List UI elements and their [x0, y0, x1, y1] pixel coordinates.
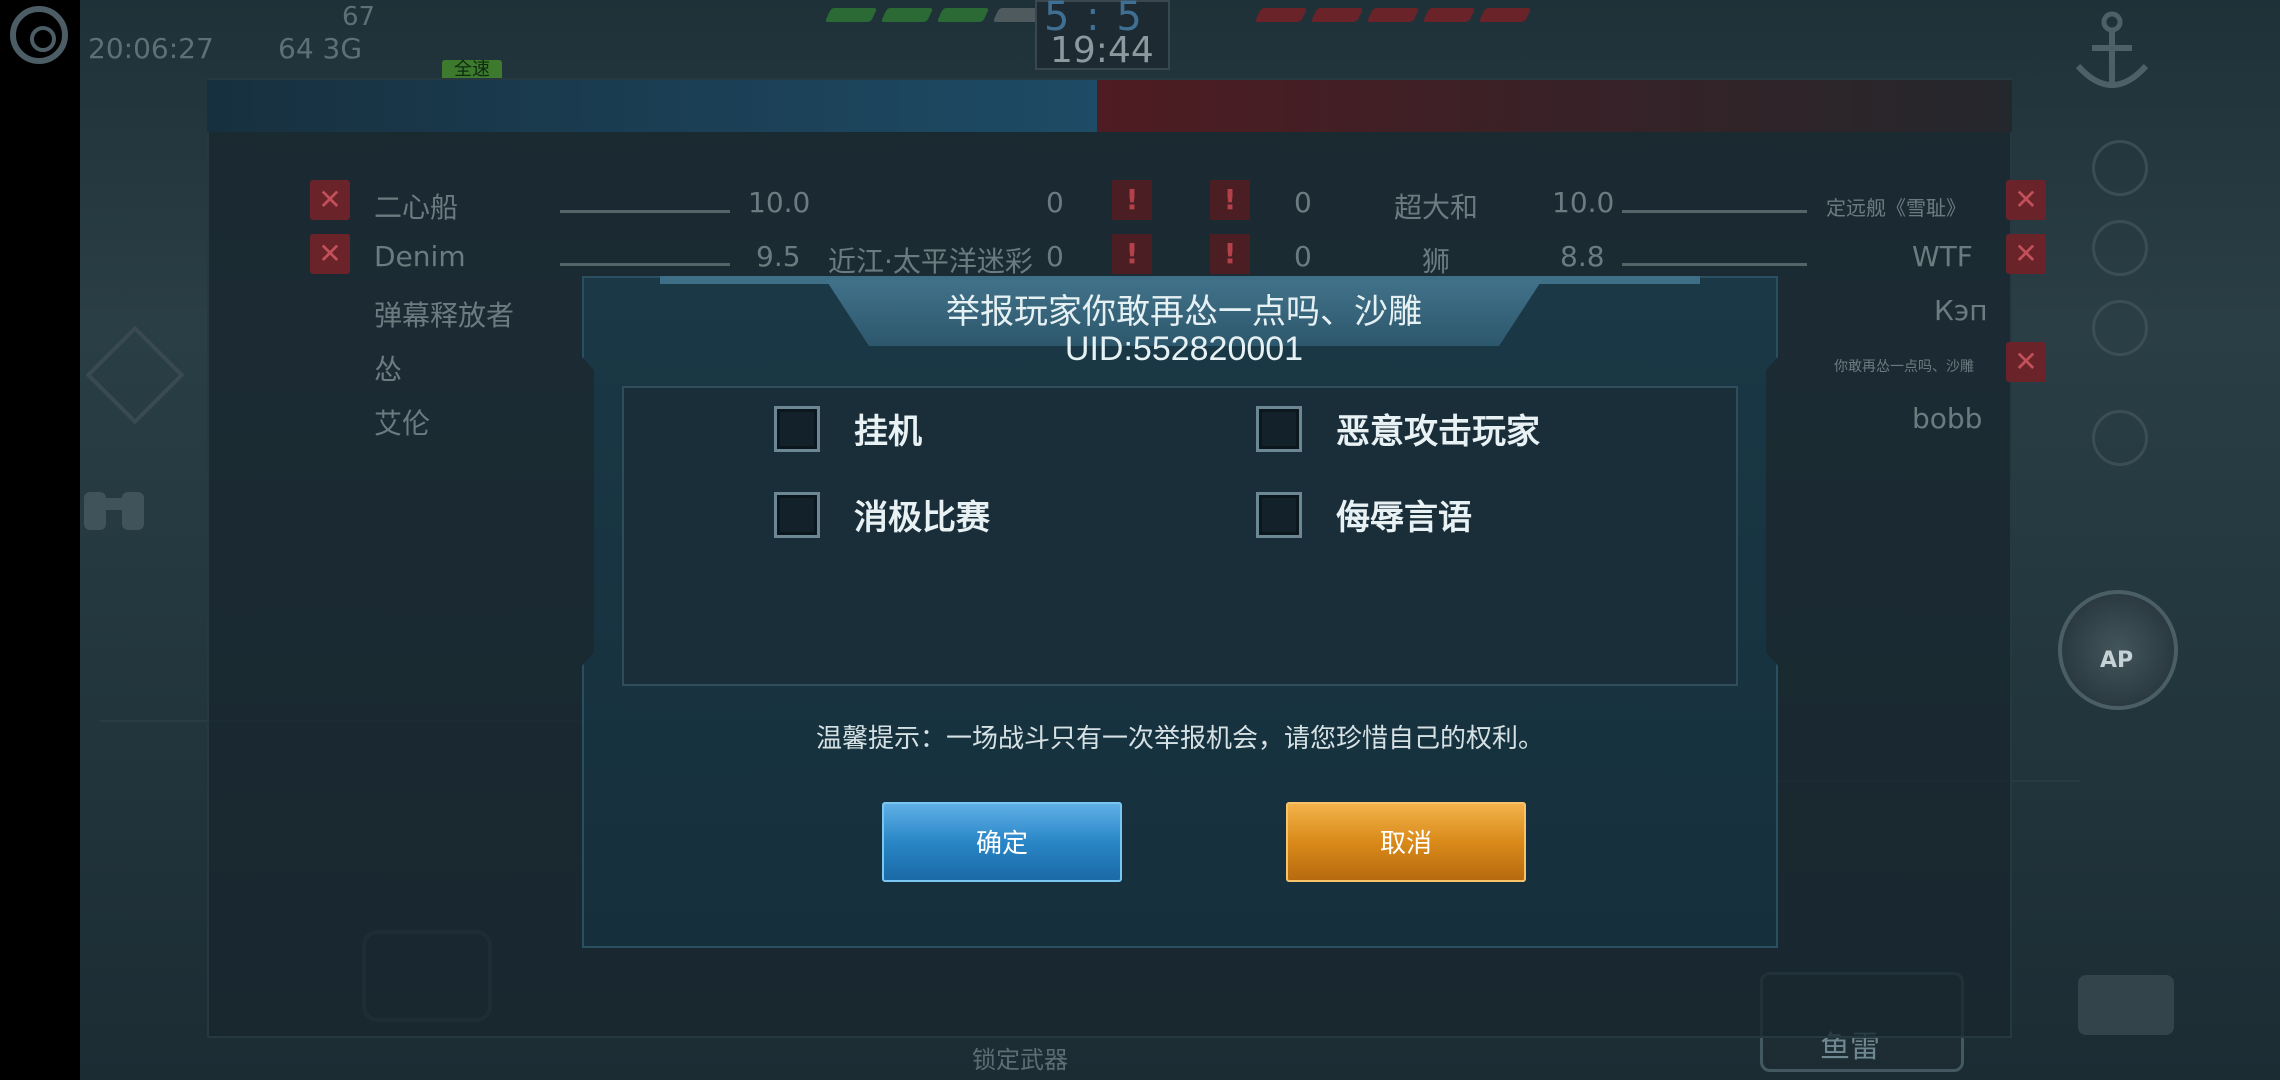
player-name: 弹幕释放者: [374, 299, 515, 332]
settings-gear-icon[interactable]: [10, 6, 68, 64]
report-mark: ✕: [310, 234, 350, 274]
left-letterbox: [0, 0, 80, 1080]
binoculars-icon[interactable]: [80, 478, 148, 534]
cancel-button[interactable]: 取消: [1286, 802, 1526, 882]
reported-uid: UID:552820001: [1064, 330, 1304, 368]
enemy-ship-indicator: [1254, 8, 1308, 22]
player-name: Кэп: [1934, 294, 1988, 327]
team-ship-indicator: [880, 8, 934, 22]
player-name: WTF: [1912, 240, 1973, 273]
reason-malicious-attack[interactable]: 恶意攻击玩家: [1256, 404, 1540, 453]
confirm-button[interactable]: 确定: [882, 802, 1122, 882]
chat-icon[interactable]: [2078, 975, 2174, 1035]
fps-readout: 67: [342, 2, 376, 32]
report-mark: ✕: [310, 180, 350, 220]
team-ship-indicator: [824, 8, 878, 22]
report-button[interactable]: !: [1210, 234, 1250, 274]
player-name: 定远舰《雪耻》: [1826, 196, 1966, 220]
player-tier: 10.0: [748, 186, 811, 219]
report-button[interactable]: !: [1112, 234, 1152, 274]
enemy-ship-indicator: [1366, 8, 1420, 22]
team-ship-indicator: [936, 8, 990, 22]
ship-silhouette: [1622, 205, 1807, 213]
reason-label: 侮辱言语: [1336, 498, 1472, 538]
aircraft-icon[interactable]: [2092, 300, 2148, 356]
ap-label: AP: [2100, 648, 2134, 673]
report-button[interactable]: !: [1210, 180, 1250, 220]
player-name: 你敢再怂一点吗、沙雕: [1834, 359, 1974, 375]
ally-team-header: [207, 80, 1097, 132]
checkbox[interactable]: [774, 491, 820, 538]
checkbox[interactable]: [1256, 405, 1302, 452]
player-name: 二心船: [374, 191, 459, 224]
skill-icon[interactable]: [2092, 220, 2148, 276]
enemy-ship-indicator: [1422, 8, 1476, 22]
turret-icon[interactable]: [2092, 410, 2148, 466]
player-name: 艾伦: [374, 407, 431, 440]
reason-afk[interactable]: 挂机: [774, 404, 922, 453]
report-button[interactable]: !: [1112, 180, 1152, 220]
reason-insulting-language[interactable]: 侮辱言语: [1256, 490, 1472, 539]
match-timer: 19:44: [1050, 30, 1154, 71]
enemy-team-header: [1097, 80, 2012, 132]
player-name: Denim: [374, 240, 466, 273]
checkbox[interactable]: [1256, 491, 1302, 538]
player-name: 怂: [374, 353, 403, 386]
ship-silhouette: [560, 258, 730, 266]
player-score: 0: [1046, 186, 1064, 219]
dialog-title: 举报玩家你敢再怂一点吗、沙雕: [946, 292, 1422, 332]
report-tip: 温馨提示：一场战斗只有一次举报机会，请您珍惜自己的权利。: [815, 724, 1544, 754]
lock-weapon-label[interactable]: 锁定武器: [972, 1040, 1068, 1075]
report-mark: ✕: [2006, 234, 2046, 274]
network-status: 64 3G: [278, 32, 363, 65]
ship-silhouette: [1622, 258, 1807, 266]
clock: 20:06:27: [88, 32, 214, 65]
repair-icon[interactable]: [2092, 140, 2148, 196]
reason-label: 恶意攻击玩家: [1336, 412, 1540, 452]
player-tier: 10.0: [1552, 186, 1615, 219]
checkbox[interactable]: [774, 405, 820, 452]
ship-silhouette: [560, 205, 730, 213]
player-name: bobb: [1912, 402, 1983, 435]
reason-passive-play[interactable]: 消极比赛: [774, 490, 990, 539]
player-ship: 超大和: [1394, 191, 1479, 224]
enemy-ship-indicator: [1310, 8, 1364, 22]
player-score: 0: [1294, 186, 1312, 219]
speed-badge: 全速: [442, 60, 502, 80]
reason-label: 消极比赛: [854, 498, 990, 538]
enemy-ship-indicator: [1478, 8, 1532, 22]
anchor-icon[interactable]: [2072, 8, 2152, 98]
report-mark: ✕: [2006, 180, 2046, 220]
report-mark: ✕: [2006, 342, 2046, 382]
reason-label: 挂机: [854, 412, 922, 452]
